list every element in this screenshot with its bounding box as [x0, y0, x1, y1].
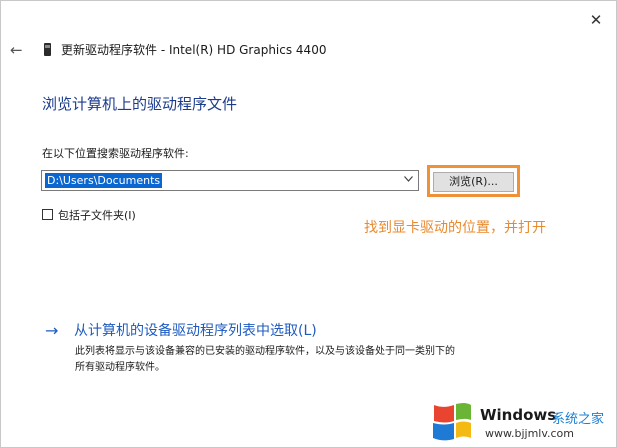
annotation-text: 找到显卡驱动的位置，并打开	[364, 220, 546, 236]
close-button[interactable]: ✕	[584, 8, 608, 32]
watermark-brand: Windows	[480, 406, 557, 424]
browse-button[interactable]: 浏览(R)...	[433, 172, 514, 192]
description-line: 此列表将显示与该设备兼容的已安装的驱动程序软件，以及与该设备处于同一类别下的	[75, 346, 455, 357]
chevron-down-icon[interactable]	[401, 172, 415, 189]
pick-from-list-description: 此列表将显示与该设备兼容的已安装的驱动程序软件，以及与该设备处于同一类别下的 所…	[75, 344, 555, 376]
back-arrow-icon: ←	[10, 41, 23, 59]
site-watermark: Windows 系统之家 www.bjjmlv.com	[428, 399, 614, 445]
description-line: 所有驱动程序软件。	[75, 362, 165, 373]
search-location-label: 在以下位置搜索驱动程序软件:	[42, 147, 189, 160]
update-driver-dialog: ✕ ← 更新驱动程序软件 - Intel(R) HD Graphics 4400…	[0, 0, 617, 448]
graphics-device-icon	[44, 43, 51, 56]
arrow-right-icon: →	[45, 321, 59, 340]
watermark-site-name: 系统之家	[552, 412, 605, 427]
window-title: 更新驱动程序软件 - Intel(R) HD Graphics 4400	[61, 43, 327, 57]
include-subfolders-checkbox[interactable]	[42, 209, 53, 220]
back-button[interactable]: ←	[10, 40, 28, 60]
windows-logo-icon	[433, 403, 471, 441]
path-input-value[interactable]: D:\Users\Documents	[45, 173, 163, 188]
page-heading: 浏览计算机上的驱动程序文件	[42, 95, 238, 113]
close-icon: ✕	[589, 11, 603, 29]
path-combobox[interactable]: D:\Users\Documents	[41, 170, 419, 191]
pick-from-list-label[interactable]: 从计算机的设备驱动程序列表中选取(L)	[74, 321, 317, 341]
title-row: ← 更新驱动程序软件 - Intel(R) HD Graphics 4400	[1, 39, 616, 63]
include-subfolders-label[interactable]: 包括子文件夹(I)	[58, 207, 136, 223]
watermark-url: www.bjjmlv.com	[485, 427, 574, 440]
